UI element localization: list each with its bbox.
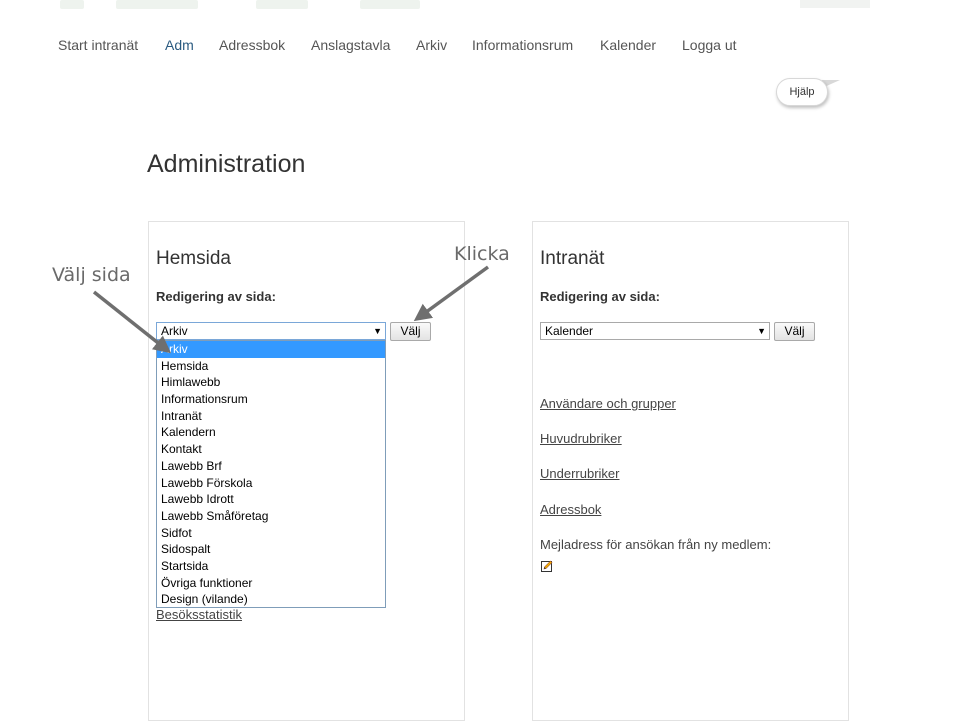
hemsida-edit-label: Redigering av sida: xyxy=(156,289,276,304)
nav-adressbok[interactable]: Adressbok xyxy=(219,37,285,53)
adressbok-link[interactable]: Adressbok xyxy=(540,502,601,517)
dropdown-option-arkiv[interactable]: Arkiv xyxy=(157,341,385,358)
pencil-edit-icon[interactable] xyxy=(541,560,553,572)
annotation-klicka: Klicka xyxy=(454,243,510,265)
hemsida-page-dropdown-list: Arkiv Hemsida Himlawebb Informationsrum … xyxy=(156,340,386,608)
intranat-panel: Intranät Redigering av sida: Kalender ▼ … xyxy=(532,221,849,721)
huvudrubriker-link[interactable]: Huvudrubriker xyxy=(540,431,622,446)
dropdown-option-intranat[interactable]: Intranät xyxy=(157,408,385,425)
dropdown-option-sidfot[interactable]: Sidfot xyxy=(157,525,385,542)
nav-logga-ut[interactable]: Logga ut xyxy=(682,37,737,53)
nav-kalender[interactable]: Kalender xyxy=(600,37,656,53)
help-label: Hjälp xyxy=(776,78,828,106)
dropdown-option-ovriga-funktioner[interactable]: Övriga funktioner xyxy=(157,575,385,592)
chevron-down-icon: ▼ xyxy=(373,326,382,336)
nav-adm[interactable]: Adm xyxy=(165,37,194,53)
nav-anslagstavla[interactable]: Anslagstavla xyxy=(311,37,390,53)
dropdown-option-himlawebb[interactable]: Himlawebb xyxy=(157,374,385,391)
underrubriker-link[interactable]: Underrubriker xyxy=(540,466,619,481)
intranat-page-select[interactable]: Kalender ▼ xyxy=(540,322,770,340)
dropdown-option-kalendern[interactable]: Kalendern xyxy=(157,424,385,441)
dropdown-option-informationsrum[interactable]: Informationsrum xyxy=(157,391,385,408)
intranat-edit-label: Redigering av sida: xyxy=(540,289,660,304)
dropdown-option-lawebb-forskola[interactable]: Lawebb Förskola xyxy=(157,475,385,492)
besoksstatistik-link[interactable]: Besöksstatistik xyxy=(156,607,242,622)
intranat-heading: Intranät xyxy=(540,248,605,269)
dropdown-option-kontakt[interactable]: Kontakt xyxy=(157,441,385,458)
chevron-down-icon: ▼ xyxy=(757,326,766,336)
anvandare-och-grupper-link[interactable]: Användare och grupper xyxy=(540,396,676,411)
dropdown-option-hemsida[interactable]: Hemsida xyxy=(157,358,385,375)
intranat-selected-value: Kalender xyxy=(545,324,594,338)
dropdown-option-sidospalt[interactable]: Sidospalt xyxy=(157,541,385,558)
dropdown-option-startsida[interactable]: Startsida xyxy=(157,558,385,575)
hemsida-page-select[interactable]: Arkiv ▼ xyxy=(156,322,386,340)
header-decoration xyxy=(800,0,870,8)
dropdown-option-lawebb-brf[interactable]: Lawebb Brf xyxy=(157,458,385,475)
site-logo xyxy=(60,0,440,10)
hemsida-selected-value: Arkiv xyxy=(161,324,188,338)
dropdown-option-lawebb-smaforetag[interactable]: Lawebb Småföretag xyxy=(157,508,385,525)
nav-informationsrum[interactable]: Informationsrum xyxy=(472,37,573,53)
nav-start-intranat[interactable]: Start intranät xyxy=(58,37,138,53)
annotation-valj-sida: Välj sida xyxy=(52,264,131,286)
help-button[interactable]: Hjälp xyxy=(776,78,842,110)
intranat-valj-button[interactable]: Välj xyxy=(774,322,815,341)
dropdown-option-lawebb-idrott[interactable]: Lawebb Idrott xyxy=(157,491,385,508)
hemsida-heading: Hemsida xyxy=(156,248,231,269)
nav-arkiv[interactable]: Arkiv xyxy=(416,37,447,53)
mail-application-label: Mejladress för ansökan från ny medlem: xyxy=(540,537,772,552)
hemsida-valj-button[interactable]: Välj xyxy=(390,322,431,341)
dropdown-option-design-vilande[interactable]: Design (vilande) xyxy=(157,591,385,608)
page-title: Administration xyxy=(147,150,306,178)
